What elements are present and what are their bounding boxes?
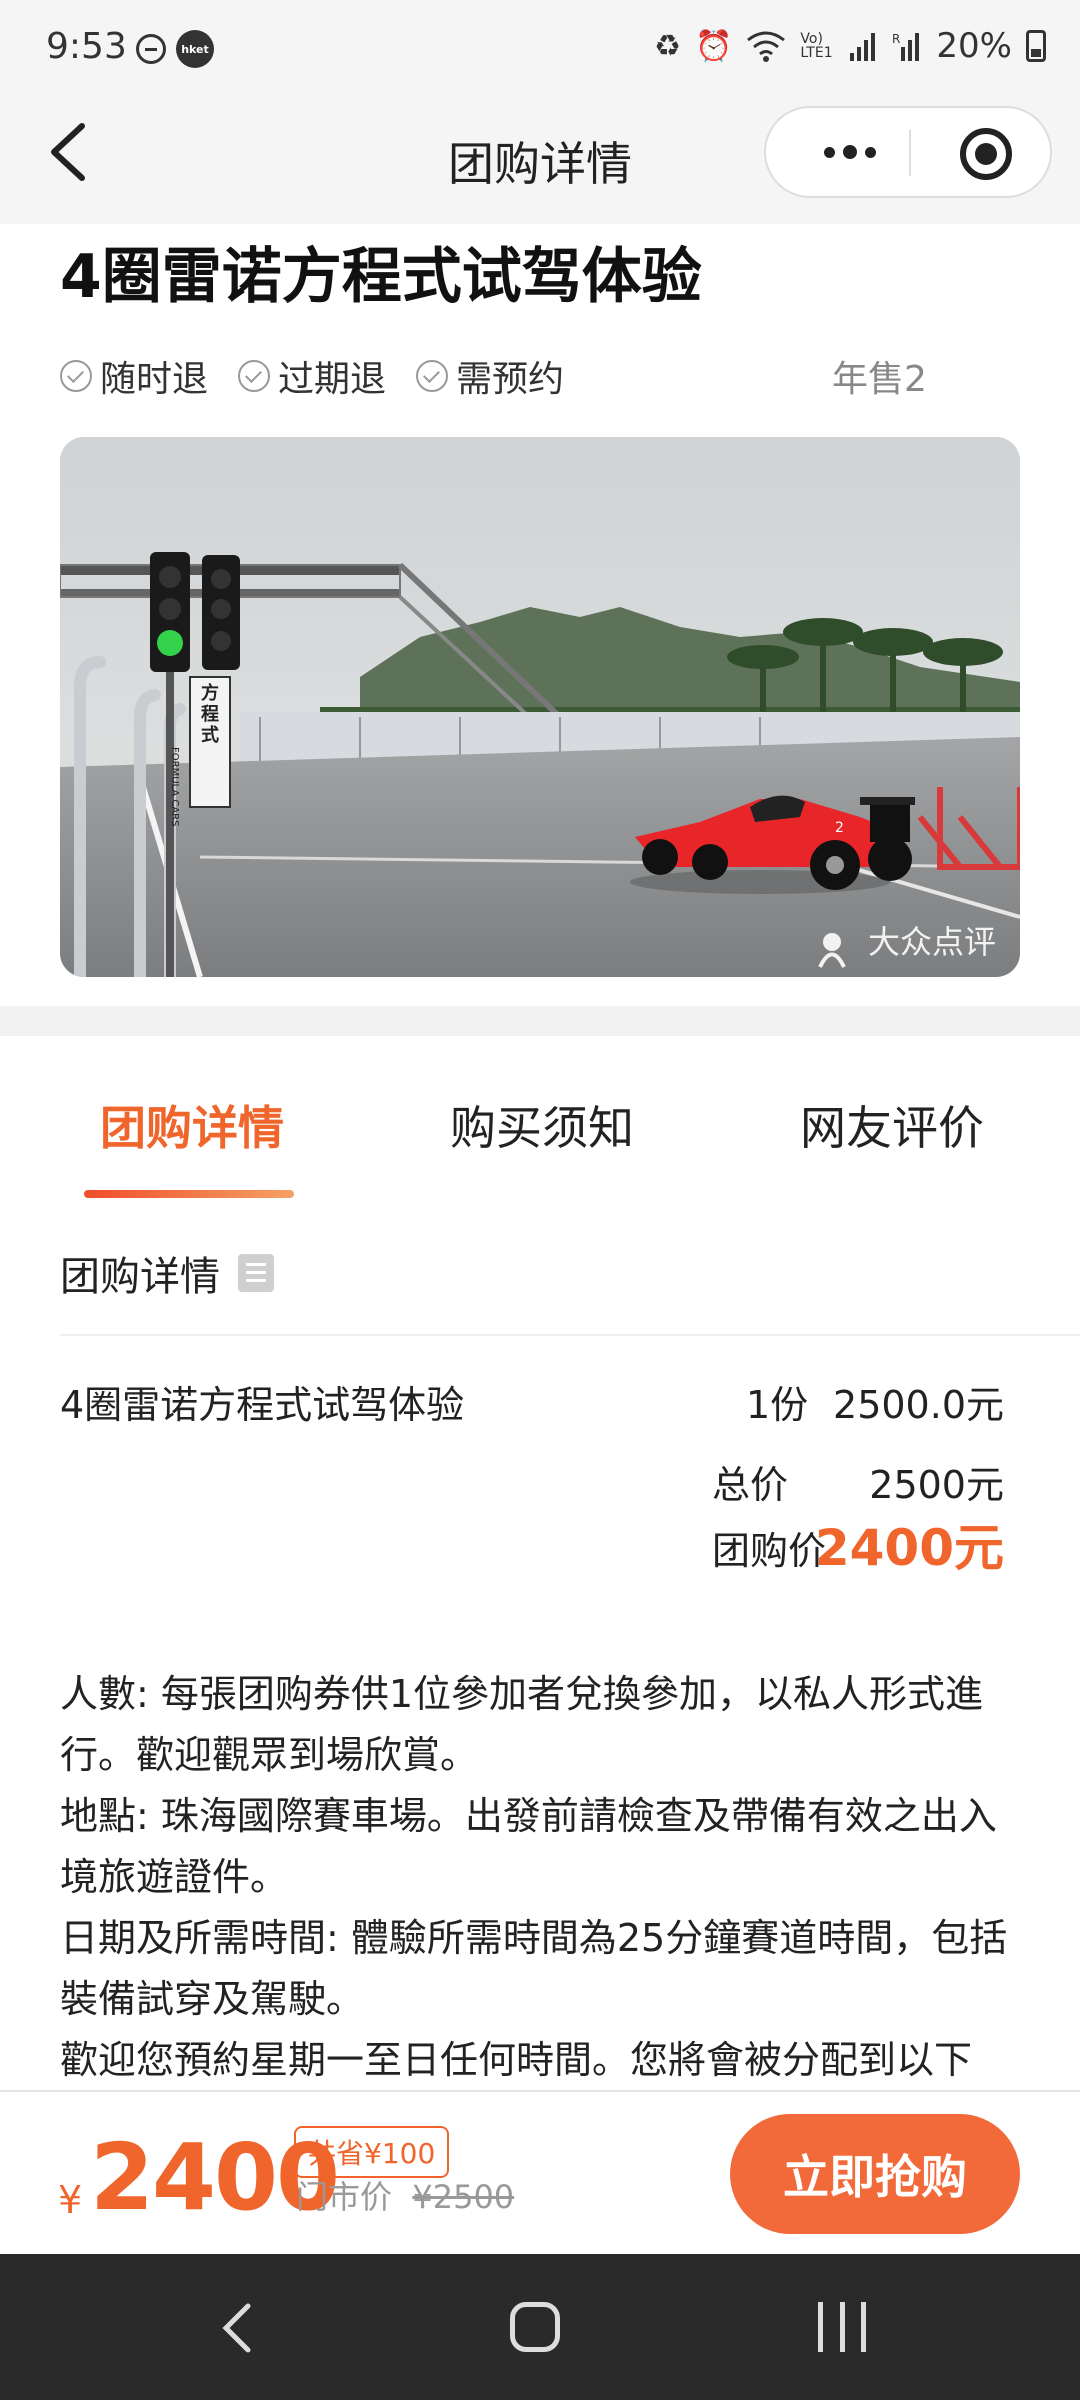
svg-text:2: 2 <box>835 820 844 836</box>
recycle-icon: ♻ <box>654 28 682 64</box>
savings-badge: 共省¥100 <box>294 2126 450 2178</box>
check-circle-icon <box>238 360 271 392</box>
sign-text: 方 <box>201 682 219 704</box>
recent-apps-icon[interactable] <box>818 2302 866 2352</box>
tag-reservation: 需预约 <box>416 350 564 402</box>
active-tab-indicator <box>84 1190 294 1198</box>
tab-user-reviews[interactable]: 网友评价 <box>800 1092 984 1158</box>
section-gap <box>0 1006 1080 1036</box>
section-title: 团购详情 <box>60 1244 274 1302</box>
battery-icon <box>1026 30 1046 62</box>
svg-text:程: 程 <box>201 704 219 725</box>
description: 人數: 每張团购券供1位參加者兌換參加，以私人形式進行。歡迎觀眾到場欣賞。 地點… <box>60 1664 1020 2091</box>
buy-now-button[interactable]: 立即抢购 <box>730 2114 1020 2234</box>
mini-program-capsule <box>764 106 1052 198</box>
home-icon[interactable] <box>510 2302 560 2352</box>
alarm-icon: ⏰ <box>695 28 733 64</box>
signal-icon <box>850 33 876 61</box>
tag-refund-anytime: 随时退 <box>60 350 208 402</box>
svg-text:R: R <box>892 32 900 46</box>
total-label: 总价 <box>712 1463 789 1507</box>
tab-purchase-notes[interactable]: 购买须知 <box>450 1092 634 1158</box>
tag-refund-expired: 过期退 <box>238 350 386 402</box>
item-name: 4圈雷诺方程式试驾体验 <box>60 1383 465 1427</box>
target-icon[interactable] <box>960 128 1012 180</box>
check-circle-icon <box>60 360 92 392</box>
capsule-divider <box>909 130 911 176</box>
status-time: 9:53 <box>46 26 127 67</box>
currency-symbol: ¥ <box>58 2178 83 2222</box>
more-dots-icon[interactable] <box>800 108 900 196</box>
back-icon[interactable] <box>214 2300 264 2356</box>
signal-r-icon: R <box>892 32 920 61</box>
tab-group-details[interactable]: 团购详情 <box>100 1092 284 1158</box>
item-price: 2500.0元 <box>833 1383 1004 1427</box>
minus-circle-icon <box>136 34 166 64</box>
battery-percent: 20% <box>936 26 1012 66</box>
check-circle-icon <box>416 360 449 392</box>
hket-icon: hket <box>176 30 214 68</box>
photo-watermark: 大众点评 <box>867 923 996 961</box>
wifi-icon <box>747 31 786 62</box>
description-paragraph: 地點: 珠海國際賽車場。出發前請檢查及帶備有效之出入境旅遊證件。 <box>60 1794 997 1899</box>
nav-bar: 团购详情 <box>0 98 1080 224</box>
product-photo[interactable]: 方 程 式 2 大众点评 FORMULA CARS <box>60 437 1020 977</box>
item-quantity: 1份 <box>746 1383 809 1427</box>
document-icon <box>238 1254 274 1292</box>
market-price: 门市价 ¥2500 <box>296 2178 515 2216</box>
volte-icon: Vo) LTE1 <box>800 31 833 61</box>
race-track-image: 方 程 式 2 <box>60 437 1020 977</box>
svg-text:式: 式 <box>201 724 219 746</box>
service-tags: 随时退 过期退 需预约 <box>60 350 564 402</box>
group-price-value: 2400元 <box>814 1519 1004 1577</box>
description-paragraph: 歡迎您預約星期一至日任何時間。您將會被分配到以下 <box>60 2038 973 2082</box>
divider <box>60 1334 1080 1336</box>
photo-sign-en: FORMULA CARS <box>169 747 180 827</box>
group-price-label: 团购价 <box>712 1529 827 1573</box>
status-bar: 9:53 hket ♻ ⏰ Vo) LTE1 R 20% <box>0 0 1080 98</box>
system-nav-bar <box>0 2254 1080 2400</box>
total-value: 2500元 <box>869 1463 1004 1507</box>
original-price: ¥2500 <box>412 2178 515 2216</box>
product-title: 4圈雷诺方程式试驾体验 <box>60 242 702 312</box>
description-paragraph: 日期及所需時間: 體驗所需時間為25分鐘賽道時間，包括裝備試穿及駕駛。 <box>60 1916 1008 2021</box>
annual-sales: 年售2 <box>832 359 927 400</box>
description-paragraph: 人數: 每張团购券供1位參加者兌換參加，以私人形式進行。歡迎觀眾到場欣賞。 <box>60 1672 984 1777</box>
